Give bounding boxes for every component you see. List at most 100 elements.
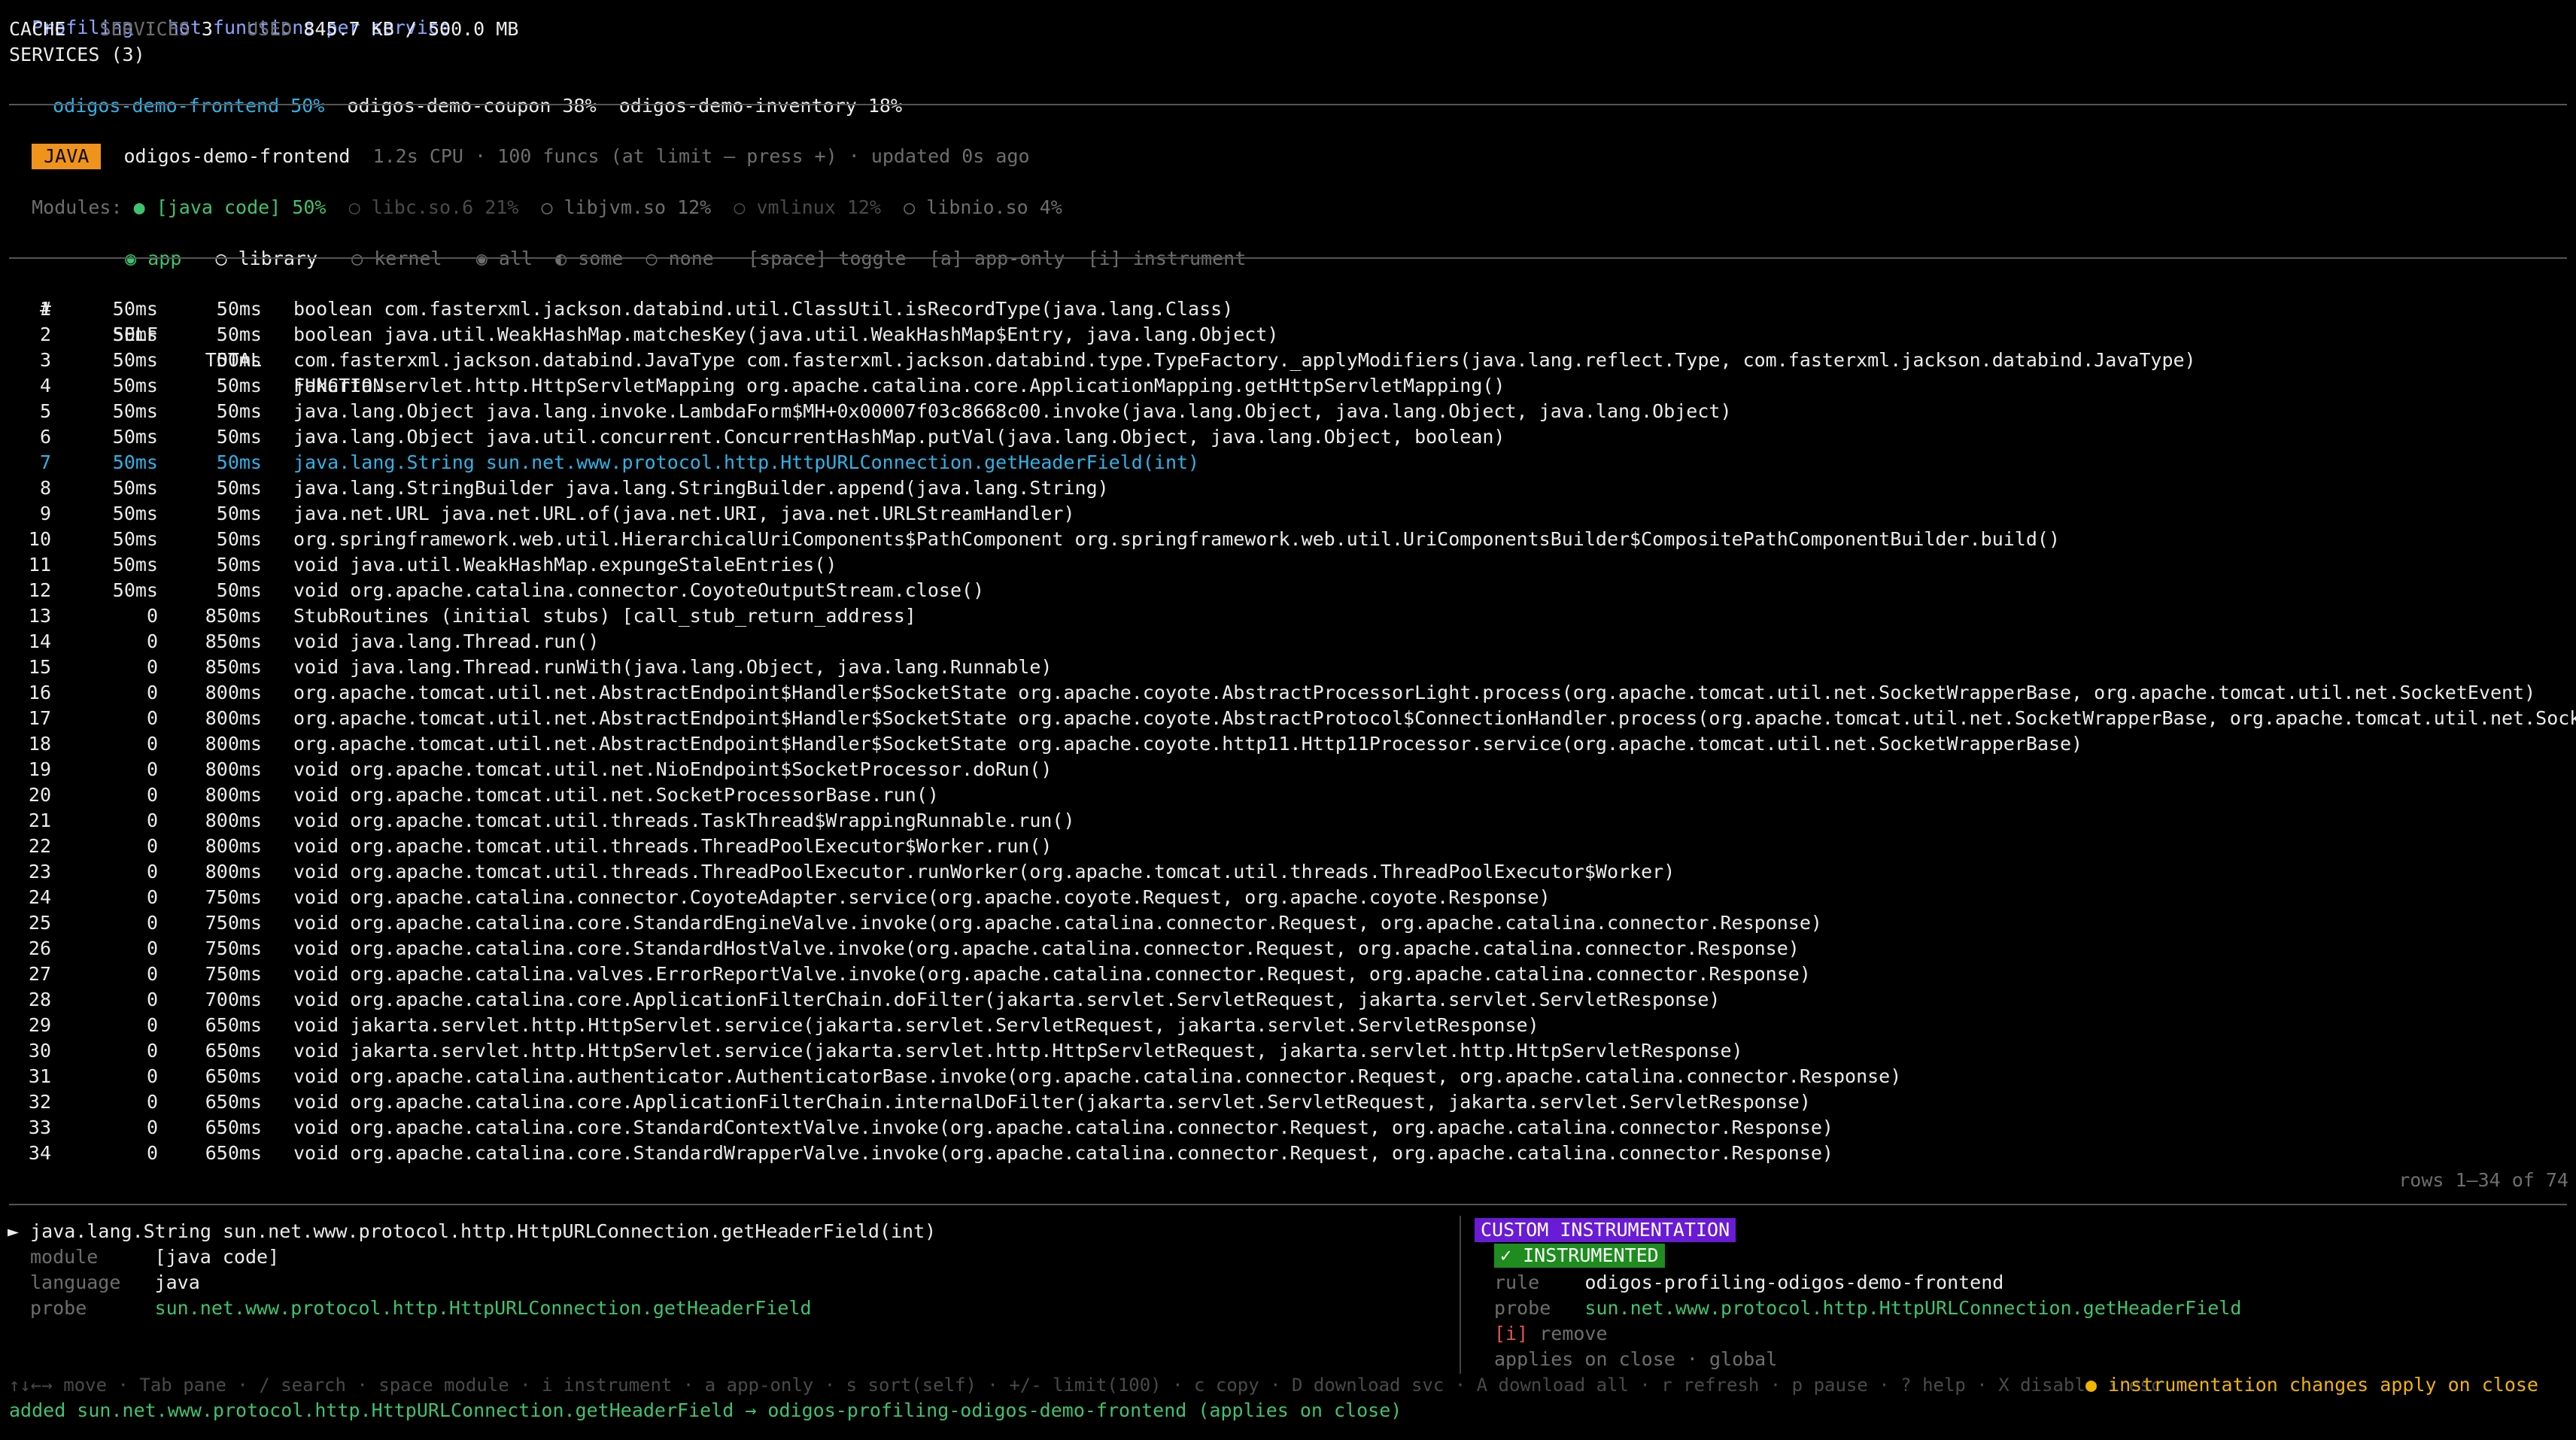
cache-label: CACHE [9,18,66,40]
row-number: 10 [28,528,51,550]
row-self-time: 0 [146,835,158,857]
row-function-name: void org.apache.catalina.core.StandardEn… [293,912,1822,934]
row-number: 33 [28,1116,51,1138]
row-self-time: 0 [146,937,158,959]
row-function-name: void java.lang.Thread.runWith(java.lang.… [293,656,1053,678]
row-number: 32 [28,1091,51,1113]
row-total-time: 750ms [205,937,262,959]
row-number: 29 [28,1014,51,1036]
row-number: 6 [39,426,51,448]
row-number: 24 [28,886,51,908]
detail-language-row: language java [30,1271,200,1293]
row-self-time: 50ms [112,375,158,396]
language-tag: JAVA [32,144,102,169]
module-libnio[interactable]: ○ libnio.so 4% [904,196,1062,218]
row-number: 17 [28,707,51,729]
row-total-time: 750ms [205,912,262,934]
row-function-name: void org.apache.tomcat.util.threads.Task… [293,810,1075,831]
row-self-time: 50ms [112,503,158,524]
row-total-time: 800ms [205,707,262,729]
row-function-name: org.apache.tomcat.util.net.AbstractEndpo… [293,707,2576,729]
row-function-name: void org.apache.catalina.authenticator.A… [293,1065,1902,1087]
row-self-time: 50ms [112,349,158,371]
row-function-name: void org.apache.catalina.core.Applicatio… [293,989,1721,1010]
row-total-time: 50ms [216,451,262,473]
row-number: 21 [28,810,51,831]
row-number: 13 [28,605,51,627]
row-self-time: 0 [146,758,158,780]
instr-probe-row: probe sun.net.www.protocol.http.HttpURLC… [1494,1297,2242,1319]
service-tab-coupon[interactable]: odigos-demo-coupon 38% [347,95,596,117]
service-tab-frontend[interactable]: odigos-demo-frontend 50% [53,95,324,117]
row-function-name: void org.apache.catalina.connector.Coyot… [293,579,985,601]
row-self-time: 0 [146,1065,158,1087]
row-self-time: 50ms [112,426,158,448]
row-number: 28 [28,989,51,1010]
row-function-name: void org.apache.catalina.core.StandardWr… [293,1142,1833,1164]
row-self-time: 0 [146,963,158,985]
row-total-time: 50ms [216,400,262,422]
divider [9,257,2567,259]
table-header: # SELF TOTAL FUNCTION [0,271,384,396]
row-self-time: 0 [146,912,158,934]
row-function-name: com.fasterxml.jackson.databind.JavaType … [293,349,2196,371]
row-self-time: 0 [146,707,158,729]
module-vmlinux[interactable]: ○ vmlinux 12% [734,196,881,218]
row-function-name: void org.apache.catalina.core.StandardHo… [293,937,1800,959]
row-total-time: 650ms [205,1091,262,1113]
row-total-time: 800ms [205,810,262,831]
remove-instrumentation[interactable]: [i] remove [1494,1321,1608,1347]
row-number: 27 [28,963,51,985]
row-total-time: 50ms [216,324,262,345]
module-libjvm[interactable]: ○ libjvm.so 12% [541,196,711,218]
service-tab-inventory[interactable]: odigos-demo-inventory 18% [619,95,902,117]
row-function-name: void org.apache.tomcat.util.net.NioEndpo… [293,758,1053,780]
row-self-time: 0 [146,1040,158,1062]
row-total-time: 800ms [205,758,262,780]
row-number: 7 [39,451,51,473]
row-function-name: org.springframework.web.util.Hierarchica… [293,528,2060,550]
module-libc[interactable]: ○ libc.so.6 21% [349,196,519,218]
row-self-time: 0 [146,1116,158,1138]
row-function-name: java.lang.StringBuilder java.lang.String… [293,477,1109,499]
service-bar: JAVA odigos-demo-frontend 1.2s CPU · 100… [9,118,1030,169]
row-self-time: 50ms [112,400,158,422]
row-total-time: 50ms [216,477,262,499]
row-total-time: 750ms [205,886,262,908]
row-number: 26 [28,937,51,959]
apply-notice: ● instrumentation changes apply on close [2085,1374,2538,1396]
divider [9,104,2567,105]
row-function-name: jakarta.servlet.http.HttpServletMapping … [293,375,1505,396]
instr-rule-row: rule odigos-profiling-odigos-demo-fronte… [1494,1271,2004,1293]
row-self-time: 0 [146,1142,158,1164]
row-number: 2 [39,324,51,345]
row-self-time: 0 [146,989,158,1010]
used-label: USED [247,18,293,40]
row-function-name: void org.apache.catalina.core.StandardCo… [293,1116,1833,1138]
row-function-name: void org.apache.catalina.core.Applicatio… [293,1091,1811,1113]
row-self-time: 0 [146,656,158,678]
row-total-time: 50ms [216,554,262,576]
services-tabs: odigos-demo-frontend 50% odigos-demo-cou… [30,68,902,117]
row-number: 30 [28,1040,51,1062]
row-total-time: 50ms [216,349,262,371]
row-total-time: 850ms [205,630,262,652]
row-function-name: void org.apache.catalina.connector.Coyot… [293,886,1551,908]
module-java-code[interactable]: ● [java code] 50% [134,196,327,218]
row-self-time: 50ms [112,579,158,601]
modules-label: Modules: [32,196,123,218]
cache-summary: CACHE SERVICES 3 USED 845.7 KB / 500.0 M… [9,17,518,42]
row-number: 25 [28,912,51,934]
row-function-name: void java.lang.Thread.run() [293,630,600,652]
row-number: 12 [28,579,51,601]
row-self-time: 0 [146,605,158,627]
hot-functions-table: # SELF TOTAL FUNCTION 1 50ms 50ms boolean c… [0,271,2576,1174]
row-self-time: 50ms [112,528,158,550]
detail-title: ► java.lang.String sun.net.www.protocol.… [8,1220,937,1242]
row-number: 34 [28,1142,51,1164]
page-title: Profiling · hot functions per service [32,17,451,38]
row-total-time: 800ms [205,733,262,755]
divider [9,1204,2567,1205]
row-number: 19 [28,758,51,780]
row-total-time: 50ms [216,503,262,524]
